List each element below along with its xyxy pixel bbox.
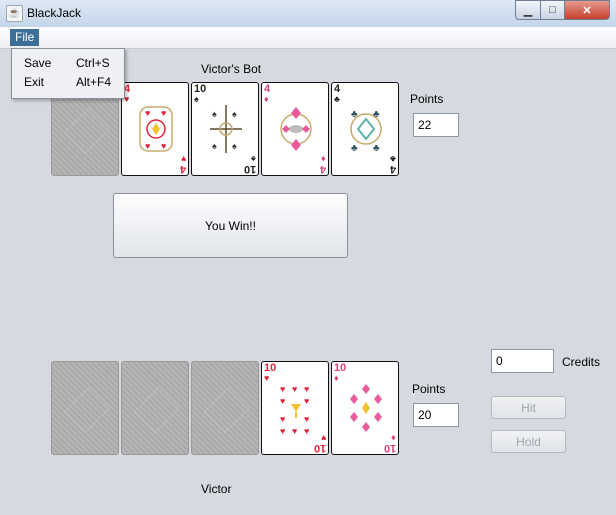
menu-item-save[interactable]: Save Ctrl+S (12, 54, 124, 72)
maximize-button[interactable]: □ (541, 0, 565, 20)
diamond-icon: ♦ (321, 154, 326, 164)
card-rank-bottom: 4 (389, 163, 396, 175)
svg-text:♥: ♥ (304, 426, 309, 436)
svg-text:♠: ♠ (232, 109, 237, 119)
svg-text:♣: ♣ (351, 109, 358, 120)
svg-text:♥: ♥ (145, 108, 150, 118)
svg-text:♥: ♥ (292, 384, 297, 394)
dealer-card-5: 4 ♣ ♣ ♣ ♣ ♣ ♣ 4 (331, 82, 399, 176)
svg-text:♥: ♥ (304, 384, 309, 394)
card-art (280, 107, 312, 151)
card-art: ♥ ♥ ♥ ♥ (139, 106, 173, 152)
spade-icon: ♠ (251, 154, 256, 164)
svg-text:♠: ♠ (212, 141, 217, 151)
card-art: ♥ ♥ ♥ ♥ ♥ ♥ ♥ ♥ ♥ ♥ (280, 384, 309, 436)
player-card-3-facedown (191, 361, 259, 455)
player-card-2-facedown (121, 361, 189, 455)
card-art: ♣ ♣ ♣ ♣ (350, 109, 382, 154)
svg-text:♥: ♥ (292, 426, 297, 436)
svg-text:♥: ♥ (161, 108, 166, 118)
player-card-5: 10 ♦ ♦ 10 (331, 361, 399, 455)
result-button[interactable]: You Win!! (113, 193, 348, 258)
credits-field[interactable]: 0 (491, 349, 554, 373)
svg-text:♥: ♥ (161, 141, 166, 151)
hit-button[interactable]: Hit (491, 396, 566, 419)
dealer-points-label: Points (410, 92, 444, 106)
svg-text:♥: ♥ (280, 396, 285, 406)
svg-text:♥: ♥ (304, 414, 309, 424)
player-points-field[interactable]: 20 (413, 403, 459, 427)
card-rank-bottom: 10 (313, 442, 326, 454)
dealer-card-2: 4 ♥ ♥ ♥ ♥ ♥ ♥ 4 (121, 82, 189, 176)
title-bar: ☕ BlackJack ▁ □ ✕ (0, 0, 616, 27)
svg-text:♥: ♥ (280, 426, 285, 436)
svg-text:♥: ♥ (145, 141, 150, 151)
svg-text:♣: ♣ (373, 143, 380, 154)
dealer-points-field[interactable]: 22 (413, 113, 459, 137)
card-rank-bottom: 4 (319, 163, 326, 175)
svg-text:♥: ♥ (280, 414, 285, 424)
dealer-name: Victor's Bot (201, 62, 262, 76)
diamond-icon: ♦ (391, 433, 396, 443)
menu-item-label: Save (24, 56, 52, 70)
club-icon: ♣ (390, 154, 396, 164)
diamond-icon: ♦ (334, 373, 339, 383)
close-button[interactable]: ✕ (565, 0, 610, 20)
spade-icon: ♠ (194, 94, 199, 104)
hold-button[interactable]: Hold (491, 430, 566, 453)
game-panel: File Victor's Bot 4 ♥ ♥ ♥ ♥ ♥ ♥ 4 10 ♠ ♠ ♠ … (0, 27, 616, 515)
menu-item-shortcut: Ctrl+S (76, 56, 110, 70)
credits-label: Credits (562, 355, 601, 369)
svg-text:♠: ♠ (232, 141, 237, 151)
menu-bar: File (0, 27, 616, 49)
card-rank-bottom: 10 (383, 442, 396, 454)
player-name: Victor (201, 482, 232, 496)
java-icon: ☕ (6, 5, 23, 22)
player-card-4: 10 ♥ ♥ ♥ ♥ ♥ ♥ ♥ ♥ ♥ ♥ ♥ ♥ 10 (261, 361, 329, 455)
svg-text:♣: ♣ (351, 143, 358, 154)
file-menu-dropdown: Save Ctrl+S Exit Alt+F4 (11, 48, 125, 99)
heart-icon: ♥ (320, 433, 326, 443)
menu-file[interactable]: File (10, 29, 40, 46)
player-card-1-facedown (51, 361, 119, 455)
minimize-button[interactable]: ▁ (515, 0, 541, 20)
menu-item-shortcut: Alt+F4 (76, 75, 112, 89)
window-title: BlackJack (27, 6, 82, 20)
menu-item-label: Exit (24, 75, 45, 89)
club-icon: ♣ (334, 94, 340, 104)
diamond-icon: ♦ (264, 94, 269, 104)
svg-text:♠: ♠ (212, 109, 217, 119)
heart-icon: ♥ (180, 154, 186, 164)
window-controls: ▁ □ ✕ (515, 0, 610, 20)
heart-icon: ♥ (264, 373, 270, 383)
player-points-label: Points (412, 382, 446, 396)
svg-text:♥: ♥ (280, 384, 285, 394)
card-art: ♠ ♠ ♠ ♠ (210, 105, 242, 153)
menu-item-exit[interactable]: Exit Alt+F4 (12, 73, 124, 91)
dealer-card-4: 4 ♦ ♦ 4 (261, 82, 329, 176)
card-rank-bottom: 10 (243, 163, 256, 175)
svg-text:♥: ♥ (304, 396, 309, 406)
card-rank-bottom: 4 (179, 163, 186, 175)
card-art (350, 384, 382, 432)
svg-text:♣: ♣ (373, 109, 380, 120)
dealer-card-3: 10 ♠ ♠ ♠ ♠ ♠ ♠ 10 (191, 82, 259, 176)
